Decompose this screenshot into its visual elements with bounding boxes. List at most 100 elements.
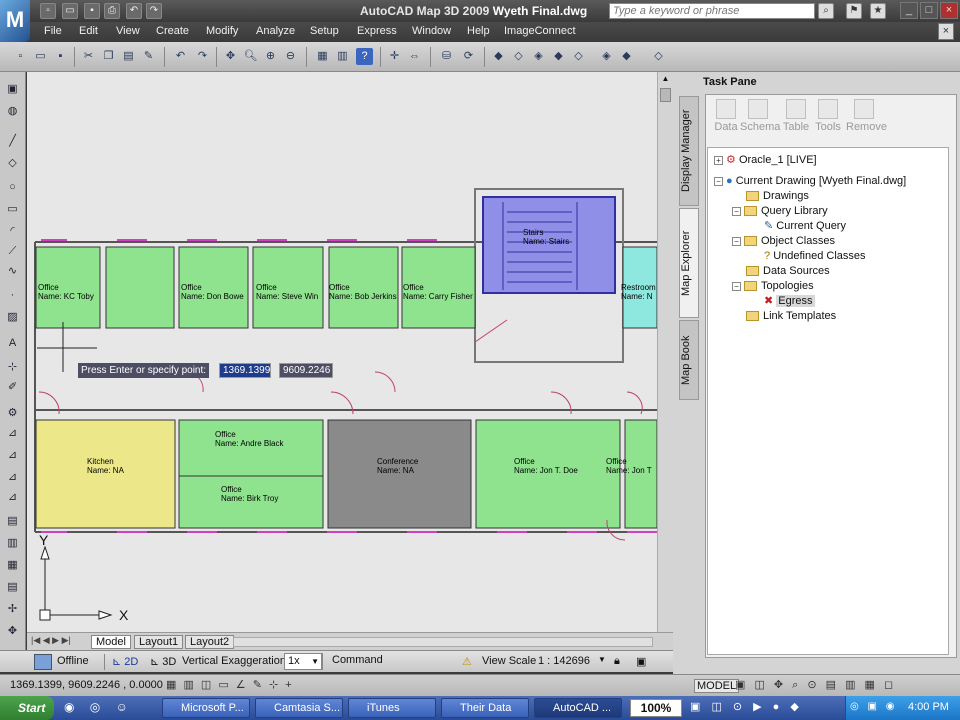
favorites-icon[interactable]: ★ — [870, 3, 886, 19]
tree-node-link-templates[interactable]: Link Templates — [746, 309, 836, 324]
menu-edit[interactable]: Edit — [79, 25, 98, 37]
crosshair-icon[interactable]: ✛ — [386, 48, 403, 65]
point-icon[interactable]: · — [4, 288, 21, 303]
menu-setup[interactable]: Setup — [310, 25, 339, 37]
fillet-icon[interactable]: ✢ — [4, 602, 21, 617]
mirror-icon[interactable]: ⊿ — [4, 426, 21, 441]
layer-icon-3[interactable]: ◈ — [530, 48, 547, 65]
vertical-exaggeration-select[interactable]: 1x ▼ — [284, 653, 322, 670]
copy-object-icon[interactable]: ⚙ — [4, 406, 21, 421]
offline-status[interactable]: Offline — [57, 655, 89, 667]
spline-icon[interactable]: ∿ — [4, 264, 21, 279]
offset-icon[interactable]: ⊿ — [4, 448, 21, 463]
scale-icon[interactable]: ▤ — [4, 514, 21, 529]
search-input[interactable]: Type a keyword or phrase — [609, 3, 815, 19]
expand-icon[interactable]: + — [714, 155, 723, 165]
communication-center-icon[interactable]: ⚑ — [846, 3, 862, 19]
lock-icon[interactable]: 🔒︎ — [614, 655, 620, 668]
redo-toolbar-icon[interactable]: ↷ — [194, 48, 211, 65]
doc-close-button[interactable]: × — [938, 23, 954, 40]
model-space-button[interactable]: MODEL — [694, 679, 740, 693]
menu-view[interactable]: View — [116, 25, 140, 37]
minimize-button[interactable]: _ — [900, 2, 918, 19]
horizontal-scrollbar[interactable] — [233, 637, 653, 647]
qnew-icon[interactable]: ▫ — [12, 48, 29, 65]
circle-icon[interactable]: ○ — [4, 180, 21, 195]
tree-node-data-sources[interactable]: Data Sources — [746, 264, 830, 279]
data-tool[interactable]: Data — [708, 99, 744, 133]
map-refresh-icon[interactable]: ⟳ — [460, 48, 477, 65]
remove-tool[interactable]: Remove — [846, 99, 887, 133]
layer-icon-2[interactable]: ◇ — [510, 48, 527, 65]
rectangle-icon[interactable]: ▭ — [4, 202, 21, 217]
menu-imageconnect[interactable]: ImageConnect — [504, 25, 576, 37]
drafting-settings-icons[interactable]: ▦ ▥ ◫ ▭ ∠ ✎ ⊹ + — [166, 678, 294, 691]
insert-icon[interactable]: ⊹ — [4, 360, 21, 375]
tools-tool[interactable]: Tools — [810, 99, 846, 133]
layer-icon-5[interactable]: ◇ — [570, 48, 587, 65]
table-tool[interactable]: Table — [778, 99, 814, 133]
navigation-icons[interactable]: ▣ ◫ ✥ ⌕ ⊙ ▤ ▥ ▦ ◻ — [735, 678, 896, 692]
tree-node-egress[interactable]: ✖ Egress — [764, 294, 815, 309]
vertical-scrollbar[interactable]: ▲ — [657, 72, 673, 632]
new-icon[interactable]: ▫ — [40, 3, 56, 19]
pan-icon[interactable]: ✥ — [222, 48, 239, 65]
open-file-icon[interactable]: ▭ — [32, 48, 49, 65]
paste-icon[interactable]: ▤ — [120, 48, 137, 65]
layer-icon-8[interactable]: ◇ — [650, 48, 667, 65]
layer-icon-1[interactable]: ◆ — [490, 48, 507, 65]
map-tool-icon[interactable]: ▣ — [4, 82, 21, 97]
maximize-button[interactable]: □ — [920, 2, 938, 19]
stretch-icon[interactable]: ▥ — [4, 536, 21, 551]
copy-icon[interactable]: ❐ — [100, 48, 117, 65]
collapse-icon[interactable]: − — [732, 281, 741, 291]
extend-icon[interactable]: ▤ — [4, 580, 21, 595]
tree-node-current-drawing[interactable]: − ● Current Drawing [Wyeth Final.dwg] — [714, 174, 906, 189]
taskbar-item-powerpoint[interactable]: Microsoft P... — [162, 698, 250, 718]
print-icon[interactable]: ⎙ — [104, 3, 120, 19]
save-file-icon[interactable]: ▪ — [52, 48, 69, 65]
erase-icon[interactable]: ✐ — [4, 380, 21, 395]
tree-node-query-library[interactable]: − Query Library — [732, 204, 828, 219]
save-icon[interactable]: ▪ — [84, 3, 100, 19]
tab-layout2[interactable]: Layout2 — [185, 635, 235, 649]
tree-node-topologies[interactable]: − Topologies — [732, 279, 814, 294]
design-center-icon[interactable]: ▥ — [334, 48, 351, 65]
tab-map-book[interactable]: Map Book — [679, 320, 699, 400]
move-icon[interactable]: ⇔ — [406, 48, 423, 65]
explode-icon[interactable]: ✥ — [4, 624, 21, 639]
tree-node-oracle[interactable]: + ⚙ Oracle_1 [LIVE] — [714, 153, 817, 168]
line-icon[interactable]: ╱ — [4, 134, 21, 149]
scroll-thumb[interactable] — [660, 88, 671, 102]
tray-icons[interactable]: ◎ ▣ ◉ — [850, 701, 897, 712]
scale-dropdown-icon[interactable]: ▼ — [598, 655, 606, 664]
tree-node-object-classes[interactable]: − Object Classes — [732, 234, 835, 249]
undo-toolbar-icon[interactable]: ↶ — [172, 48, 189, 65]
search-icon[interactable]: ⌕ — [818, 3, 834, 19]
rotate-icon[interactable]: ⊿ — [4, 490, 21, 505]
help-icon[interactable]: ? — [356, 48, 373, 65]
undo-icon[interactable]: ↶ — [126, 3, 142, 19]
layer-icon-4[interactable]: ◆ — [550, 48, 567, 65]
map-connect-icon[interactable]: ⛁ — [438, 48, 455, 65]
polyline-icon[interactable]: ⟋ — [4, 244, 21, 259]
layer-icon-6[interactable]: ◈ — [598, 48, 615, 65]
taskbar-item-their-data[interactable]: Their Data — [441, 698, 529, 718]
menu-analyze[interactable]: Analyze — [256, 25, 295, 37]
tree-node-drawings[interactable]: Drawings — [746, 189, 809, 204]
menu-file[interactable]: File — [44, 25, 62, 37]
trim-icon[interactable]: ▦ — [4, 558, 21, 573]
warning-icon[interactable]: ⚠ — [462, 655, 472, 668]
command-field[interactable]: Command — [322, 653, 462, 670]
text-icon[interactable]: A — [4, 336, 21, 351]
collapse-icon[interactable]: − — [732, 206, 741, 216]
drawing-canvas[interactable]: Office Name: KC Toby Office Name: Don Bowe… — [27, 72, 657, 632]
view-scale-value[interactable]: 1 : 142696 — [538, 655, 590, 667]
tab-layout1[interactable]: Layout1 — [134, 635, 184, 649]
start-button[interactable]: Start — [0, 696, 54, 720]
cursor-coordinates[interactable]: 1369.1399, 9609.2246 , 0.0000 — [10, 679, 163, 691]
menu-express[interactable]: Express — [357, 25, 397, 37]
tab-map-explorer[interactable]: Map Explorer — [679, 208, 699, 318]
tray-settings-icon[interactable]: ▣ — [636, 655, 646, 668]
map-view-icon[interactable]: ◍ — [4, 104, 21, 119]
